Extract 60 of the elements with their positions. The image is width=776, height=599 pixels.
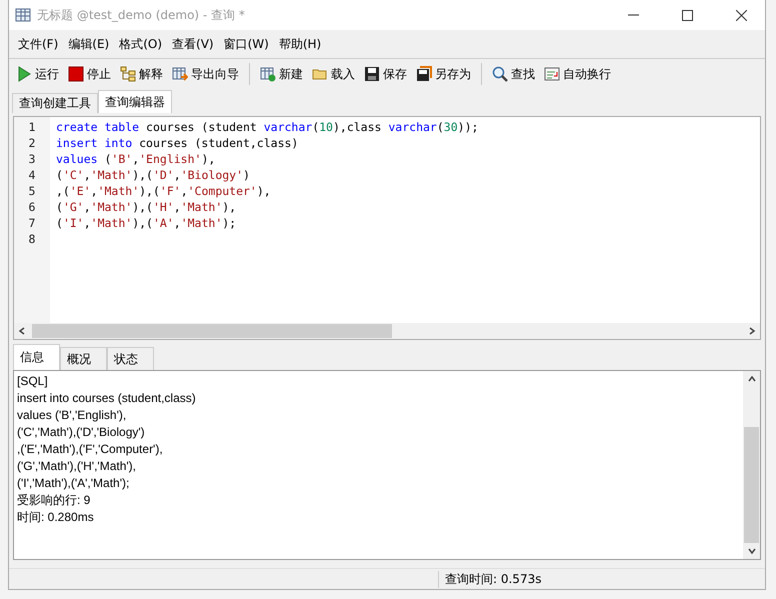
message-line: ('G','Math'),('H','Math'), — [17, 458, 138, 475]
line-number: 3 — [28, 151, 36, 167]
code-line: ('G','Math'),('H','Math'), — [56, 199, 238, 215]
minimize-icon[interactable] — [628, 14, 638, 16]
code-line: ('I','Math'),('A','Math'); — [56, 215, 238, 231]
toolbar-button[interactable]: 导出向导 — [169, 64, 242, 84]
menu-item[interactable]: 查看(V) — [167, 36, 219, 52]
line-number: 6 — [28, 199, 36, 215]
toolbar-button[interactable]: 查找 — [489, 64, 538, 84]
menu-item[interactable]: 格式(O) — [114, 36, 168, 52]
tab[interactable]: 信息 — [13, 344, 60, 370]
tab[interactable]: 查询编辑器 — [98, 90, 172, 113]
line-number: 4 — [28, 167, 36, 183]
tab[interactable]: 查询创建工具 — [12, 93, 98, 113]
message-line: ('I','Math'),('A','Math'); — [17, 475, 130, 492]
message-line: ('C','Math'),('D','Biology') — [17, 424, 146, 441]
tab[interactable]: 状态 — [107, 347, 154, 370]
code-line: values ('B','English'), — [56, 151, 216, 167]
message-line: values ('B','English'), — [17, 407, 128, 424]
toolbar-button[interactable]: 运行 — [13, 64, 62, 84]
message-line: 时间: 0.280ms — [17, 509, 95, 526]
toolbar-button[interactable]: 解释 — [117, 64, 166, 84]
code-line: insert into courses (student,class) — [56, 135, 300, 151]
tab[interactable]: 概况 — [60, 347, 107, 370]
close-icon[interactable] — [736, 10, 746, 20]
toolbar-button[interactable]: 自动换行 — [541, 64, 614, 84]
code-line: ,('E','Math'),('F','Computer'), — [56, 183, 272, 199]
message-line: [SQL] — [17, 373, 49, 390]
toolbar-button[interactable]: 另存为 — [413, 64, 474, 84]
line-number: 7 — [28, 215, 36, 231]
menu-item[interactable]: 帮助(H) — [274, 36, 326, 52]
table-export-icon — [172, 66, 188, 82]
vertical-scrollbar[interactable] — [743, 371, 760, 559]
code-line: create table courses (student varchar(10),class varchar(30)); — [56, 119, 478, 135]
message-line: ,('E','Math'),('F','Computer'), — [17, 441, 164, 458]
search-icon — [492, 66, 508, 82]
diagram-icon — [120, 66, 136, 82]
line-number: 1 — [28, 119, 36, 135]
toolbar-button[interactable]: 新建 — [257, 64, 306, 84]
line-number: 2 — [28, 135, 36, 151]
toolbar-button[interactable]: 保存 — [361, 64, 410, 84]
stop-icon — [68, 66, 84, 82]
line-number: 5 — [28, 183, 36, 199]
play-icon — [16, 66, 32, 82]
line-number: 8 — [28, 231, 36, 247]
maximize-icon[interactable] — [682, 10, 692, 20]
status-text: 查询时间: 0.573s — [438, 570, 765, 588]
menu-item[interactable]: 窗口(W) — [218, 36, 274, 52]
code-line: ('C','Math'),('D','Biology') — [56, 167, 251, 183]
message-line: insert into courses (student,class) — [17, 390, 197, 407]
toolbar-button[interactable]: 停止 — [65, 64, 114, 84]
table-add-icon — [260, 66, 276, 82]
table-icon — [15, 7, 31, 23]
menu-item[interactable]: 编辑(E) — [63, 36, 114, 52]
window-title: 无标题 @test_demo (demo) - 查询 * — [37, 6, 246, 24]
message-line: 受影响的行: 9 — [17, 492, 92, 509]
toolbar-button[interactable]: 载入 — [309, 64, 358, 84]
text-wrap-icon — [544, 66, 560, 82]
menu-item[interactable]: 文件(F) — [13, 36, 64, 52]
horizontal-scrollbar[interactable] — [14, 323, 760, 339]
